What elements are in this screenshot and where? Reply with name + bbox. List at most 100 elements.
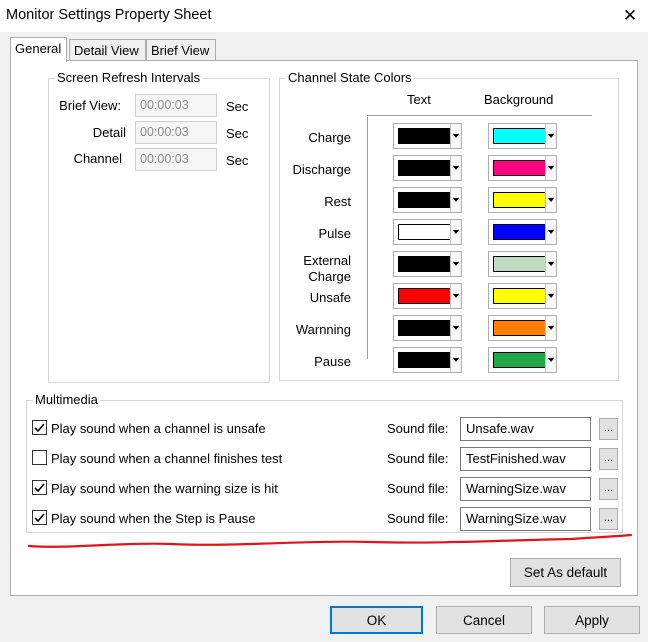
chevron-down-icon[interactable] (450, 188, 461, 212)
chevron-down-icon[interactable] (545, 284, 556, 308)
background-color-combo[interactable] (488, 187, 557, 213)
general-page: Screen Refresh Intervals Brief View: 00:… (10, 60, 638, 596)
background-color-combo[interactable] (488, 219, 557, 245)
browse-sound-file-button[interactable]: ... (599, 508, 618, 530)
channel-interval-field[interactable]: 00:00:03 (135, 148, 217, 171)
play-sound-checkbox[interactable] (32, 450, 47, 465)
checkmark-icon (34, 512, 45, 522)
tab-detail-view-label: Detail View (74, 43, 139, 58)
chevron-down-icon[interactable] (545, 124, 556, 148)
text-color-combo[interactable] (393, 219, 462, 245)
tab-brief-view[interactable]: Brief View (146, 39, 216, 60)
tab-general-label: General (15, 41, 62, 56)
color-swatch (398, 352, 451, 368)
play-sound-checkbox[interactable] (32, 480, 47, 495)
color-swatch (398, 256, 451, 272)
text-color-combo[interactable] (393, 283, 462, 309)
brief-view-label: Brief View: (59, 98, 121, 113)
state-label: Pause (314, 354, 351, 369)
colors-header-divider (367, 115, 592, 116)
checkmark-icon (34, 482, 45, 492)
chevron-down-icon[interactable] (450, 124, 461, 148)
channel-label: Channel (73, 151, 122, 166)
ok-button[interactable]: OK (330, 606, 423, 634)
text-color-combo[interactable] (393, 155, 462, 181)
background-color-header: Background (484, 92, 554, 107)
state-label: External Charge (303, 253, 351, 284)
play-sound-checkbox[interactable] (32, 420, 47, 435)
brief-view-unit: Sec (226, 99, 249, 114)
state-label: Warnning (295, 322, 351, 337)
state-label: Discharge (292, 162, 351, 177)
color-swatch (398, 128, 451, 144)
color-swatch (493, 192, 546, 208)
text-color-combo[interactable] (393, 187, 462, 213)
browse-sound-file-button[interactable]: ... (599, 478, 618, 500)
chevron-down-icon[interactable] (545, 252, 556, 276)
chevron-down-icon[interactable] (545, 348, 556, 372)
color-swatch (493, 128, 546, 144)
detail-unit: Sec (226, 126, 249, 141)
title-bar: Monitor Settings Property Sheet ✕ (0, 0, 648, 32)
browse-sound-file-button[interactable]: ... (599, 448, 618, 470)
background-color-combo[interactable] (488, 251, 557, 277)
color-swatch (493, 160, 546, 176)
window-title: Monitor Settings Property Sheet (6, 7, 212, 23)
chevron-down-icon[interactable] (450, 316, 461, 340)
refresh-intervals-title: Screen Refresh Intervals (55, 70, 203, 85)
sound-file-label: Sound file: (387, 481, 449, 496)
state-label: Rest (324, 194, 351, 209)
sound-file-label: Sound file: (387, 421, 449, 436)
detail-interval-field[interactable]: 00:00:03 (135, 121, 217, 144)
set-as-default-label: Set As default (523, 565, 608, 580)
play-sound-label: Play sound when the warning size is hit (51, 481, 278, 496)
chevron-down-icon[interactable] (545, 220, 556, 244)
sound-file-field[interactable]: WarningSize.wav (460, 507, 591, 531)
text-color-combo[interactable] (393, 315, 462, 341)
apply-button[interactable]: Apply (544, 606, 640, 634)
ok-label: OK (366, 612, 387, 628)
chevron-down-icon[interactable] (545, 316, 556, 340)
color-swatch (493, 256, 546, 272)
sound-file-label: Sound file: (387, 511, 449, 526)
close-button[interactable]: ✕ (612, 0, 648, 32)
sound-file-field[interactable]: WarningSize.wav (460, 477, 591, 501)
background-color-combo[interactable] (488, 315, 557, 341)
background-color-combo[interactable] (488, 155, 557, 181)
state-label: Charge (308, 130, 351, 145)
detail-label: Detail (92, 125, 126, 140)
tab-general[interactable]: General (10, 37, 67, 62)
chevron-down-icon[interactable] (545, 156, 556, 180)
chevron-down-icon[interactable] (545, 188, 556, 212)
background-color-combo[interactable] (488, 123, 557, 149)
background-color-combo[interactable] (488, 347, 557, 373)
color-swatch (493, 288, 546, 304)
sound-file-label: Sound file: (387, 451, 449, 466)
chevron-down-icon[interactable] (450, 252, 461, 276)
text-color-header: Text (407, 92, 431, 107)
state-label: Pulse (318, 226, 351, 241)
background-color-combo[interactable] (488, 283, 557, 309)
text-color-combo[interactable] (393, 251, 462, 277)
play-sound-label: Play sound when a channel is unsafe (51, 421, 266, 436)
set-as-default-button[interactable]: Set As default (510, 558, 621, 587)
cancel-label: Cancel (462, 612, 506, 628)
text-color-combo[interactable] (393, 123, 462, 149)
color-swatch (398, 160, 451, 176)
chevron-down-icon[interactable] (450, 156, 461, 180)
checkmark-icon (34, 422, 45, 432)
tab-detail-view[interactable]: Detail View (69, 39, 146, 60)
close-icon: ✕ (622, 6, 638, 26)
sound-file-field[interactable]: Unsafe.wav (460, 417, 591, 441)
play-sound-checkbox[interactable] (32, 510, 47, 525)
chevron-down-icon[interactable] (450, 284, 461, 308)
color-swatch (398, 192, 451, 208)
cancel-button[interactable]: Cancel (436, 606, 532, 634)
apply-label: Apply (575, 612, 609, 628)
chevron-down-icon[interactable] (450, 348, 461, 372)
browse-sound-file-button[interactable]: ... (599, 418, 618, 440)
sound-file-field[interactable]: TestFinished.wav (460, 447, 591, 471)
chevron-down-icon[interactable] (450, 220, 461, 244)
brief-view-interval-field[interactable]: 00:00:03 (135, 94, 217, 117)
text-color-combo[interactable] (393, 347, 462, 373)
